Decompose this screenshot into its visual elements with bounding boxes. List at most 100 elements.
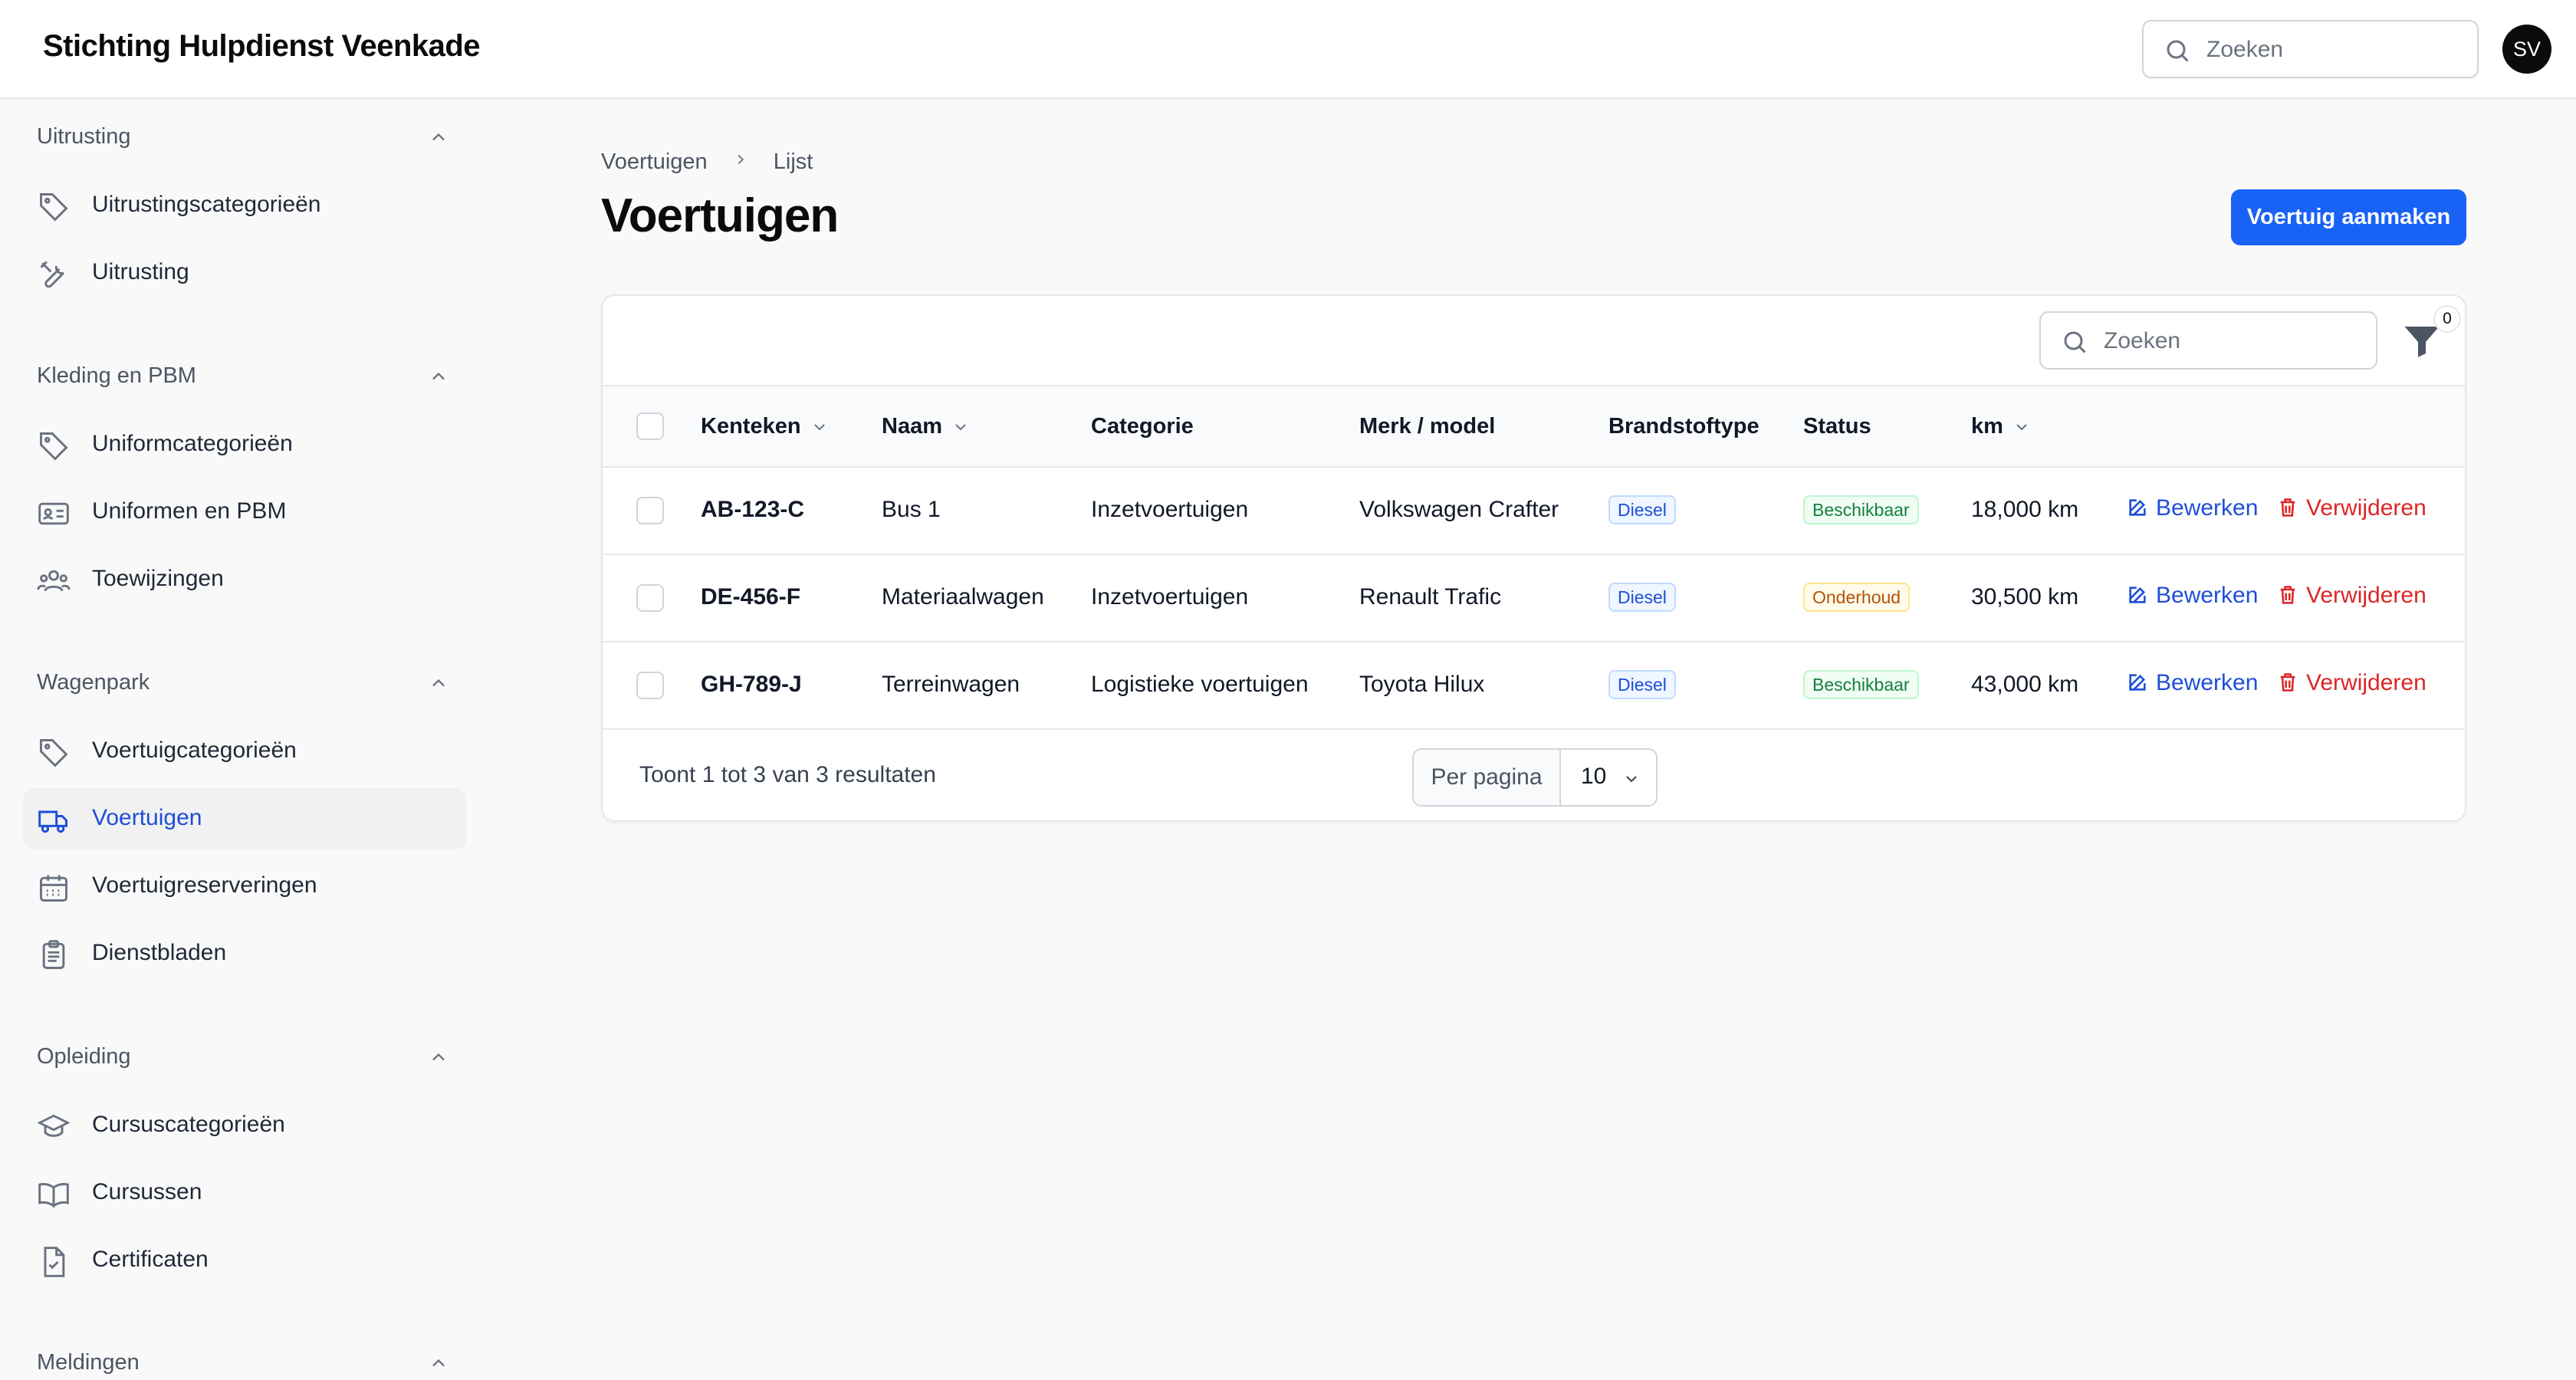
create-vehicle-button[interactable]: Voertuig aanmaken xyxy=(2231,189,2466,245)
sidebar-group-wagenpark[interactable]: Wagenpark xyxy=(37,670,150,695)
sidebar-group-opleiding[interactable]: Opleiding xyxy=(37,1044,131,1070)
delete-button[interactable]: Verwijderen xyxy=(2277,583,2426,609)
sidebar-item-label: Uniformcategorieën xyxy=(92,431,293,456)
row-checkbox[interactable] xyxy=(636,584,664,612)
page-title: Voertuigen xyxy=(601,189,839,242)
column-header-naam[interactable]: Naam xyxy=(882,414,970,439)
app-title[interactable]: Stichting Hulpdienst Veenkade xyxy=(43,29,481,64)
pagination-summary: Toont 1 tot 3 van 3 resultaten xyxy=(639,762,936,787)
top-bar: Stichting Hulpdienst Veenkade Zoeken SV xyxy=(0,0,2576,99)
edit-icon xyxy=(2129,674,2146,691)
edit-icon xyxy=(2129,499,2146,516)
sidebar-item-cursuscategorieen[interactable]: Cursuscategorieën xyxy=(23,1095,466,1156)
cell-km: 18,000 km xyxy=(1971,497,2079,522)
sidebar-item-voertuigreserveringen[interactable]: Voertuigreserveringen xyxy=(23,856,466,917)
column-header-km[interactable]: km xyxy=(1971,414,2031,439)
fuel-badge: Diesel xyxy=(1608,583,1676,612)
delete-button[interactable]: Verwijderen xyxy=(2277,670,2426,696)
sidebar-item-certificaten[interactable]: Certificaten xyxy=(23,1230,466,1291)
cell-categorie: Logistieke voertuigen xyxy=(1091,672,1309,697)
chevron-up-icon[interactable] xyxy=(428,127,449,148)
trash-icon xyxy=(2280,673,2295,692)
vehicles-table-card: Zoeken 0 Kenteken Naam Categorie Merk / … xyxy=(601,294,2466,822)
per-page-label: Per pagina xyxy=(1414,750,1561,805)
cell-categorie: Inzetvoertuigen xyxy=(1091,497,1249,522)
global-search-placeholder: Zoeken xyxy=(2206,37,2284,62)
breadcrumb: Voertuigen Lijst xyxy=(601,149,813,175)
calendar-icon xyxy=(40,875,67,902)
chevron-up-icon[interactable] xyxy=(428,366,449,387)
cell-naam: Terreinwagen xyxy=(882,672,1020,697)
sidebar-item-dienstbladen[interactable]: Dienstbladen xyxy=(23,923,466,984)
sidebar-item-label: Voertuigen xyxy=(92,805,202,830)
table-row[interactable]: DE-456-F Materiaalwagen Inzetvoertuigen … xyxy=(603,555,2465,642)
edit-button[interactable]: Bewerken xyxy=(2127,583,2258,609)
trash-icon xyxy=(2280,586,2295,604)
edit-icon xyxy=(2129,586,2146,603)
delete-button[interactable]: Verwijderen xyxy=(2277,495,2426,521)
table-search-input[interactable]: Zoeken xyxy=(2039,311,2377,370)
search-icon xyxy=(2167,40,2189,62)
column-header-brandstof: Brandstoftype xyxy=(1608,414,1760,439)
chevron-down-icon xyxy=(813,424,825,431)
chevron-down-icon xyxy=(2016,424,2027,431)
sidebar-group-meldingen[interactable]: Meldingen xyxy=(37,1350,140,1375)
sidebar-item-voertuigcategorieen[interactable]: Voertuigcategorieën xyxy=(23,721,466,782)
sidebar-item-cursussen[interactable]: Cursussen xyxy=(23,1162,466,1224)
trash-icon xyxy=(2280,498,2295,517)
tag-icon xyxy=(40,432,68,461)
id-card-icon xyxy=(38,502,69,525)
per-page-select[interactable]: Per pagina 10 xyxy=(1412,748,1658,807)
avatar[interactable]: SV xyxy=(2502,25,2551,74)
cell-kenteken: GH-789-J xyxy=(701,672,802,697)
row-checkbox[interactable] xyxy=(636,672,664,699)
cell-naam: Bus 1 xyxy=(882,497,941,522)
sidebar-item-uitrusting[interactable]: Uitrusting xyxy=(23,242,466,304)
sidebar: Uitrusting Uitrustingscategorieën Uitrus… xyxy=(0,99,491,1380)
sidebar-item-uniformen[interactable]: Uniformen en PBM xyxy=(23,481,466,543)
chevron-up-icon[interactable] xyxy=(428,672,449,694)
sidebar-item-label: Voertuigcategorieën xyxy=(92,738,297,763)
tools-icon xyxy=(40,261,64,288)
cell-km: 30,500 km xyxy=(1971,584,2079,610)
table-search-placeholder: Zoeken xyxy=(2104,328,2181,353)
row-checkbox[interactable] xyxy=(636,497,664,524)
breadcrumb-current: Lijst xyxy=(773,149,813,174)
cell-merk: Volkswagen Crafter xyxy=(1359,497,1559,522)
sidebar-item-uitrustingscategorieen[interactable]: Uitrustingscategorieën xyxy=(23,175,466,236)
sidebar-item-toewijzingen[interactable]: Toewijzingen xyxy=(23,549,466,610)
edit-button[interactable]: Bewerken xyxy=(2127,670,2258,696)
sidebar-item-voertuigen[interactable]: Voertuigen xyxy=(23,788,466,849)
filter-count-badge: 0 xyxy=(2433,305,2461,333)
sidebar-group-kleding[interactable]: Kleding en PBM xyxy=(37,363,196,389)
document-check-icon xyxy=(44,1247,65,1277)
breadcrumb-parent[interactable]: Voertuigen xyxy=(601,150,708,174)
chevron-down-icon xyxy=(1626,776,1637,783)
sidebar-item-label: Cursussen xyxy=(92,1179,202,1204)
sidebar-item-label: Dienstbladen xyxy=(92,940,227,965)
chevron-up-icon[interactable] xyxy=(428,1352,449,1374)
fuel-badge: Diesel xyxy=(1608,495,1676,524)
users-icon xyxy=(37,570,71,592)
table-row[interactable]: AB-123-C Bus 1 Inzetvoertuigen Volkswage… xyxy=(603,468,2465,555)
column-header-categorie: Categorie xyxy=(1091,414,1194,439)
table-row[interactable]: GH-789-J Terreinwagen Logistieke voertui… xyxy=(603,642,2465,730)
edit-button[interactable]: Bewerken xyxy=(2127,495,2258,521)
chevron-up-icon[interactable] xyxy=(428,1046,449,1068)
cell-kenteken: DE-456-F xyxy=(701,584,801,610)
truck-icon xyxy=(38,810,67,833)
sidebar-group-uitrusting[interactable]: Uitrusting xyxy=(37,124,131,150)
cell-merk: Toyota Hilux xyxy=(1359,672,1485,697)
column-header-kenteken[interactable]: Kenteken xyxy=(701,414,829,439)
cell-categorie: Inzetvoertuigen xyxy=(1091,584,1249,610)
per-page-value: 10 xyxy=(1581,764,1607,789)
chevron-down-icon xyxy=(955,424,966,431)
sidebar-item-label: Uniformen en PBM xyxy=(92,498,287,524)
tag-icon xyxy=(40,193,68,222)
sidebar-item-label: Toewijzingen xyxy=(92,566,224,591)
select-all-checkbox[interactable] xyxy=(636,412,664,440)
status-badge: Beschikbaar xyxy=(1803,670,1919,699)
sidebar-item-uniformcategorieen[interactable]: Uniformcategorieën xyxy=(23,414,466,475)
global-search-input[interactable]: Zoeken xyxy=(2142,20,2479,78)
sidebar-item-label: Uitrustingscategorieën xyxy=(92,192,321,217)
